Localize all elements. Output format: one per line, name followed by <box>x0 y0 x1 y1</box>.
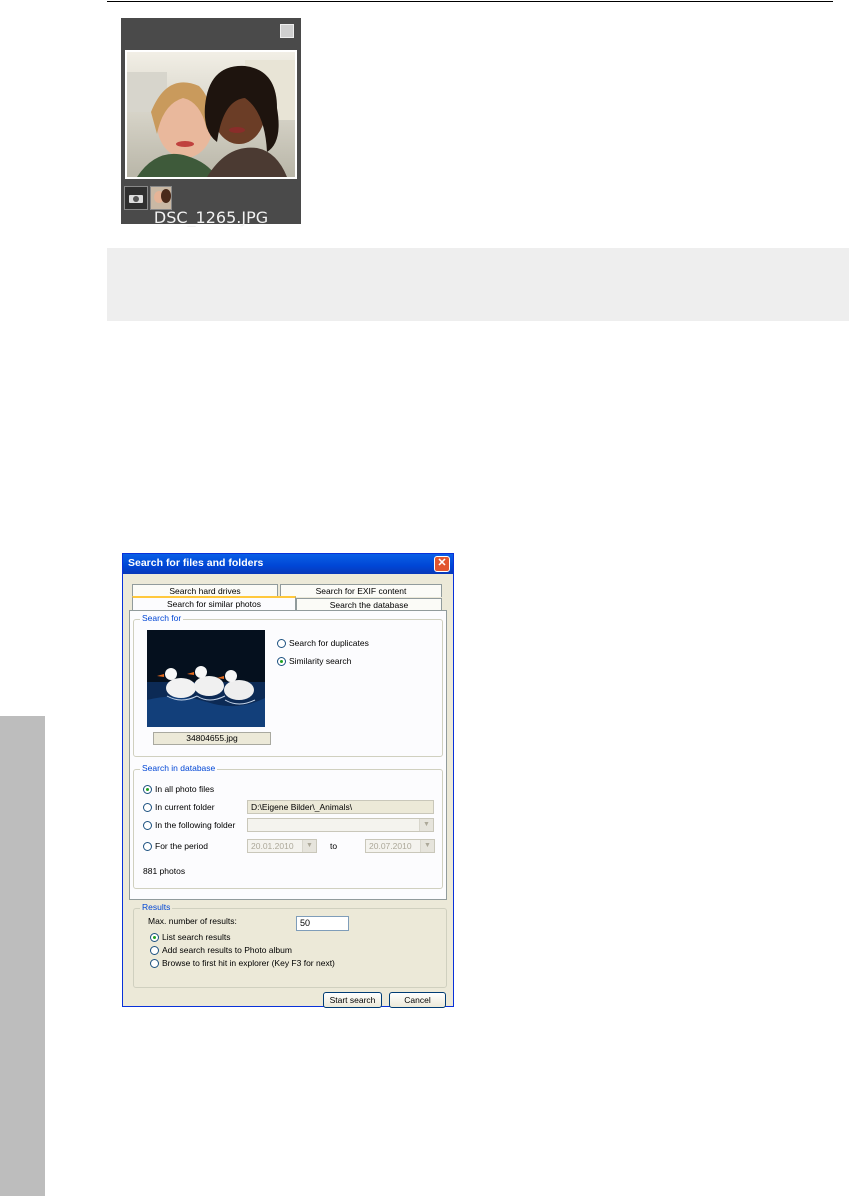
period-to-label: to <box>330 841 338 851</box>
radio-browse-first-hit-label: Browse to first hit in explorer (Key F3 … <box>162 958 335 968</box>
search-in-database-group: Search in database In all photo files In… <box>133 763 443 889</box>
radio-add-to-album-label: Add search results to Photo album <box>162 945 292 955</box>
radio-all-photo-files[interactable] <box>143 785 152 794</box>
radio-for-period[interactable] <box>143 842 152 851</box>
camera-icon <box>124 186 148 210</box>
thumbnail-photo <box>125 50 297 179</box>
sample-photo <box>147 630 265 727</box>
radio-search-duplicates-label: Search for duplicates <box>289 638 369 648</box>
select-checkbox[interactable] <box>280 24 294 38</box>
search-for-group: Search for 34804655.jpg Search for dupli… <box>133 613 443 757</box>
photo-thumbnail-tile[interactable]: DSC_1265.JPG <box>121 18 301 227</box>
header-rule <box>107 1 833 2</box>
radio-current-folder[interactable] <box>143 803 152 812</box>
thumbnail-filename: DSC_1265.JPG <box>153 208 269 227</box>
tab-search-similar-photos[interactable]: Search for similar photos <box>132 596 296 610</box>
chevron-down-icon: ▼ <box>419 819 433 831</box>
period-to-date[interactable]: 20.07.2010 ▼ <box>365 839 435 853</box>
note-box <box>107 248 849 321</box>
sample-photo-filename: 34804655.jpg <box>153 732 271 745</box>
radio-browse-first-hit[interactable] <box>150 959 159 968</box>
radio-for-period-label: For the period <box>155 841 208 851</box>
search-in-database-legend: Search in database <box>140 763 218 773</box>
radio-following-folder[interactable] <box>143 821 152 830</box>
search-dialog: Search for files and folders ✕ Search ha… <box>122 553 454 1008</box>
following-folder-dropdown[interactable]: ▼ <box>247 818 434 832</box>
cancel-button[interactable]: Cancel <box>389 992 446 1008</box>
radio-following-folder-label: In the following folder <box>155 820 236 830</box>
search-for-legend: Search for <box>140 613 184 623</box>
radio-list-results[interactable] <box>150 933 159 942</box>
dialog-titlebar[interactable]: Search for files and folders ✕ <box>123 554 453 574</box>
period-from-date[interactable]: 20.01.2010 ▼ <box>247 839 317 853</box>
radio-add-to-album[interactable] <box>150 946 159 955</box>
max-results-label: Max. number of results: <box>148 916 237 926</box>
chapter-side-tab <box>0 716 45 1196</box>
radio-similarity-search-label: Similarity search <box>289 656 352 666</box>
dialog-title: Search for files and folders <box>128 557 264 569</box>
close-icon: ✕ <box>437 557 447 569</box>
radio-search-duplicates[interactable] <box>277 639 286 648</box>
results-group: Results Max. number of results: 50 List … <box>133 902 447 988</box>
results-legend: Results <box>140 902 173 912</box>
thumbnail-info-icons <box>124 186 172 210</box>
tab-panel: Search for 34804655.jpg Search for dupli… <box>129 610 447 900</box>
face-thumbnail-icon <box>150 186 172 210</box>
radio-current-folder-label: In current folder <box>155 802 215 812</box>
tab-search-exif-content[interactable]: Search for EXIF content <box>280 584 442 597</box>
chevron-down-icon: ▼ <box>302 840 316 852</box>
radio-list-results-label: List search results <box>162 932 231 942</box>
photo-count: 881 photos <box>143 866 186 876</box>
radio-similarity-search[interactable] <box>277 657 286 666</box>
close-button[interactable]: ✕ <box>434 556 450 572</box>
chevron-down-icon: ▼ <box>420 840 434 852</box>
radio-all-photo-files-label: In all photo files <box>155 784 215 794</box>
start-search-button[interactable]: Start search <box>323 992 382 1008</box>
current-folder-path: D:\Eigene Bilder\_Animals\ <box>247 800 434 814</box>
max-results-input[interactable]: 50 <box>296 916 349 931</box>
